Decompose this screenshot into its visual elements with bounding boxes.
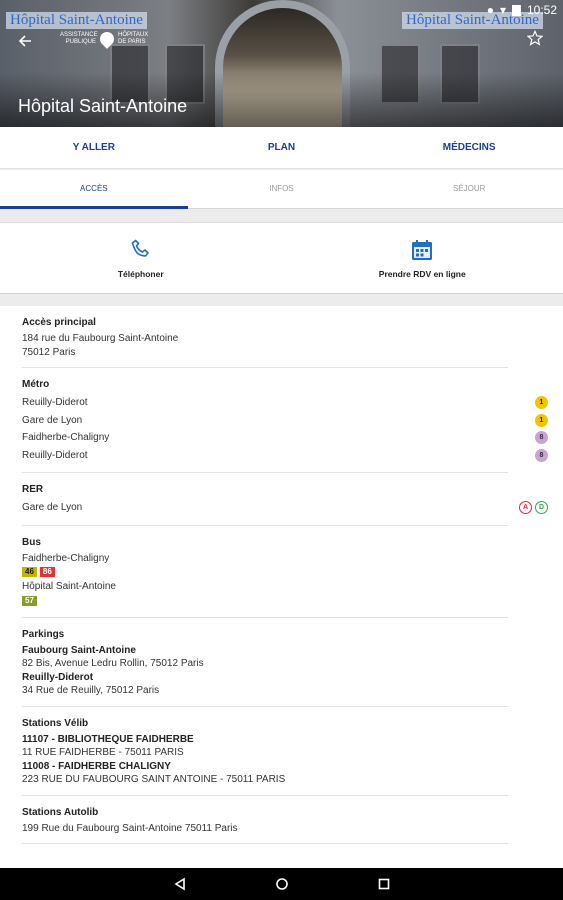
call-button[interactable]: Téléphoner: [0, 223, 282, 293]
back-button[interactable]: [18, 30, 40, 52]
bus-line-badge: 57: [22, 595, 37, 606]
rer-section: RER Gare de Lyon AD: [22, 473, 548, 526]
page-title: Hôpital Saint-Antoine: [18, 96, 188, 116]
metro-line-badge: 8: [535, 431, 548, 445]
wifi-icon: ▾: [499, 3, 506, 17]
station-name: Reuilly-Diderot: [22, 397, 88, 409]
logo-pin-icon: [97, 29, 117, 49]
main-tabs: Y ALLER PLAN MÉDECINS: [0, 127, 563, 169]
bus-section: Bus Faidherbe-Chaligny 46 86 Hôpital Sai…: [22, 526, 508, 618]
hospital-sign-left: Hôpital Saint-Antoine: [6, 12, 147, 29]
bus-line-badge: 46: [22, 567, 37, 577]
rer-line-badge: D: [535, 501, 548, 515]
metro-station-row: Faidherbe-Chaligny 8: [22, 429, 548, 447]
call-label: Téléphoner: [117, 269, 164, 279]
metro-station-row: Reuilly-Diderot 1: [22, 394, 548, 412]
hero-banner: Hôpital Saint-Antoine Hôpital Saint-Anto…: [0, 0, 563, 127]
address-line: 184 rue du Faubourg Saint-Antoine: [22, 333, 179, 344]
metro-line-badge: 8: [535, 448, 548, 462]
velib-section: Stations Vélib 11107 - BIBLIOTHEQUE FAID…: [22, 707, 508, 796]
bus-stop-name: Hôpital Saint-Antoine: [22, 581, 116, 592]
velib-station-address: 11 RUE FAIDHERBE - 75011 PARIS: [22, 747, 184, 758]
status-bar: ● ▾ 10:52: [487, 0, 563, 20]
system-nav-bar: [0, 868, 563, 900]
section-title: Stations Vélib: [22, 717, 89, 729]
bus-lines: 46 86: [22, 567, 508, 577]
book-appointment-button[interactable]: Prendre RDV en ligne: [282, 223, 563, 293]
action-row: Téléphoner Prendre RDV en ligne: [0, 222, 563, 294]
parkings-section: Parkings Faubourg Saint-Antoine 82 Bis, …: [22, 618, 508, 707]
favorite-button[interactable]: [526, 29, 549, 51]
aphp-logo: ASSISTANCE PUBLIQUE HÔPITAUX DE PARIS: [60, 29, 152, 49]
parking-name: Reuilly-Diderot: [22, 671, 94, 683]
status-time: 10:52: [526, 3, 557, 17]
station-name: Gare de Lyon: [22, 414, 83, 426]
metro-station-row: Gare de Lyon 1: [22, 412, 548, 430]
arrow-back-icon: [18, 35, 31, 47]
station-name: Faidherbe-Chaligny: [22, 432, 110, 444]
section-title: Stations Autolib: [22, 806, 99, 818]
nav-back-button[interactable]: [169, 873, 191, 895]
book-appointment-label: Prendre RDV en ligne: [378, 269, 466, 279]
main-access-section: Accès principal 184 rue du Faubourg Sain…: [22, 306, 508, 368]
rer-lines: AD: [516, 501, 548, 515]
velib-station-name: 11008 - FAIDHERBE CHALIGNY: [22, 760, 171, 772]
parking-address: 34 Rue de Reuilly, 75012 Paris: [22, 685, 160, 696]
station-name: Gare de Lyon: [22, 502, 83, 514]
section-title: Parkings: [22, 628, 65, 640]
rer-station-row: Gare de Lyon AD: [22, 499, 548, 517]
triangle-back-icon: [173, 877, 185, 891]
subtab-acces[interactable]: ACCÈS: [0, 170, 188, 209]
location-icon: ●: [486, 3, 494, 17]
tab-medecins[interactable]: MÉDECINS: [375, 127, 563, 168]
tab-y-aller[interactable]: Y ALLER: [0, 127, 188, 168]
metro-station-row: Reuilly-Diderot 8: [22, 447, 548, 465]
subtab-sejour[interactable]: SÉJOUR: [375, 170, 563, 208]
section-title: RER: [22, 484, 44, 495]
star-outline-icon: [526, 29, 544, 46]
access-content: Accès principal 184 rue du Faubourg Sain…: [0, 306, 563, 868]
metro-line-badge: 1: [535, 396, 548, 410]
bus-lines: 57: [22, 595, 508, 606]
address-line: 75012 Paris: [22, 346, 76, 358]
section-title: Métro: [22, 379, 50, 390]
sub-tabs: ACCÈS INFOS SÉJOUR: [0, 170, 563, 209]
section-title: Bus: [22, 536, 41, 548]
subtab-infos[interactable]: INFOS: [188, 170, 376, 208]
metro-line-badge: 1: [535, 413, 548, 427]
nav-home-button[interactable]: [271, 873, 293, 895]
logo-text-left: ASSISTANCE PUBLIQUE: [60, 32, 98, 45]
calendar-icon: [412, 240, 433, 260]
square-recents-icon: [378, 878, 389, 890]
parking-address: 82 Bis, Avenue Ledru Rollin, 75012 Paris: [22, 658, 204, 669]
tab-plan[interactable]: PLAN: [188, 127, 376, 168]
phone-icon: [131, 239, 149, 257]
station-name: Reuilly-Diderot: [22, 449, 88, 461]
bus-line-badge: 86: [39, 567, 55, 577]
velib-station-name: 11107 - BIBLIOTHEQUE FAIDHERBE: [22, 733, 194, 745]
autolib-address: 199 Rue du Faubourg Saint-Antoine 75011 …: [22, 822, 238, 834]
circle-home-icon: [275, 878, 288, 890]
logo-text-right: HÔPITAUX DE PARIS: [118, 32, 149, 45]
parking-name: Faubourg Saint-Antoine: [22, 644, 136, 656]
metro-section: Métro Reuilly-Diderot 1 Gare de Lyon 1 F…: [22, 368, 548, 473]
autolib-section: Stations Autolib 199 Rue du Faubourg Sai…: [22, 796, 508, 844]
battery-icon: [511, 4, 521, 16]
velib-station-address: 223 RUE DU FAUBOURG SAINT ANTOINE - 7501…: [22, 774, 286, 785]
section-title: Accès principal: [22, 317, 96, 328]
nav-recents-button[interactable]: [373, 873, 395, 895]
bus-stop-name: Faidherbe-Chaligny: [22, 552, 110, 564]
rer-line-badge: A: [519, 501, 532, 515]
